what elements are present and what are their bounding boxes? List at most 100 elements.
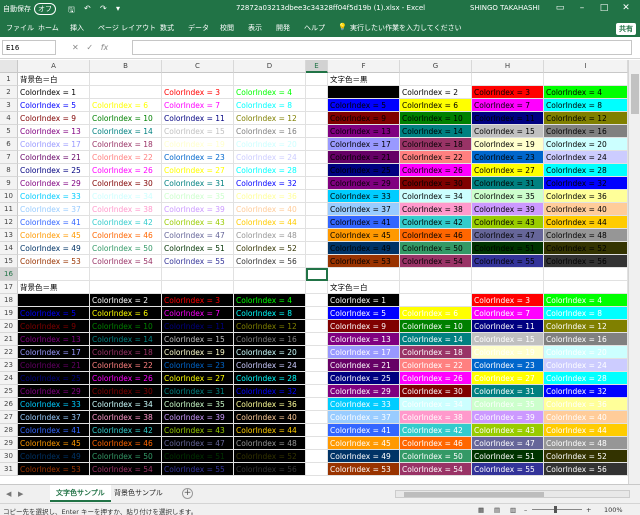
cell-c9[interactable]: ColorIndex = 31 (162, 177, 234, 190)
cell-f19[interactable]: ColorIndex = 5 (328, 307, 400, 320)
cell-e16[interactable] (306, 268, 328, 281)
cell-c13[interactable]: ColorIndex = 47 (162, 229, 234, 242)
row-header-17[interactable]: 17 (0, 281, 18, 294)
cell-i5[interactable]: ColorIndex = 16 (544, 125, 628, 138)
cell-b18[interactable]: ColorIndex = 2 (90, 294, 162, 307)
cell-g12[interactable]: ColorIndex = 42 (400, 216, 472, 229)
cell-e20[interactable] (306, 320, 328, 333)
cell-d12[interactable]: ColorIndex = 44 (234, 216, 306, 229)
cell-a12[interactable]: ColorIndex = 41 (18, 216, 90, 229)
cell-c23[interactable]: ColorIndex = 23 (162, 359, 234, 372)
cell-i24[interactable]: ColorIndex = 28 (544, 372, 628, 385)
cell-b26[interactable]: ColorIndex = 34 (90, 398, 162, 411)
row-header-2[interactable]: 2 (0, 86, 18, 99)
cell-c26[interactable]: ColorIndex = 35 (162, 398, 234, 411)
cell-g5[interactable]: ColorIndex = 14 (400, 125, 472, 138)
cell-d4[interactable]: ColorIndex = 12 (234, 112, 306, 125)
row-header-15[interactable]: 15 (0, 255, 18, 268)
cell-i14[interactable]: ColorIndex = 52 (544, 242, 628, 255)
cell-i29[interactable]: ColorIndex = 48 (544, 437, 628, 450)
cell-a6[interactable]: ColorIndex = 17 (18, 138, 90, 151)
row-header-26[interactable]: 26 (0, 398, 18, 411)
cell-g8[interactable]: ColorIndex = 26 (400, 164, 472, 177)
ribbon-display-icon[interactable]: ▭ (548, 0, 572, 17)
zoom-out-icon[interactable]: – (524, 506, 527, 514)
name-box[interactable]: E16 (2, 40, 56, 55)
cell-h2[interactable]: ColorIndex = 3 (472, 86, 544, 99)
cell-c27[interactable]: ColorIndex = 39 (162, 411, 234, 424)
vertical-scroll-thumb[interactable] (631, 74, 639, 114)
cell-d17[interactable] (234, 281, 306, 294)
zoom-slider-knob[interactable] (554, 506, 557, 513)
row-header-6[interactable]: 6 (0, 138, 18, 151)
row-header-23[interactable]: 23 (0, 359, 18, 372)
cell-a11[interactable]: ColorIndex = 37 (18, 203, 90, 216)
cell-c28[interactable]: ColorIndex = 43 (162, 424, 234, 437)
cell-f8[interactable]: ColorIndex = 25 (328, 164, 400, 177)
cell-a27[interactable]: ColorIndex = 37 (18, 411, 90, 424)
cell-i26[interactable]: ColorIndex = 36 (544, 398, 628, 411)
cell-e2[interactable] (306, 86, 328, 99)
horizontal-scrollbar[interactable] (395, 490, 630, 498)
cell-d31[interactable]: ColorIndex = 56 (234, 463, 306, 476)
restore-icon[interactable]: □ (592, 0, 616, 17)
cell-b10[interactable]: ColorIndex = 34 (90, 190, 162, 203)
cell-a18[interactable]: ColorIndex = 1 (18, 294, 90, 307)
cell-e12[interactable] (306, 216, 328, 229)
cell-c6[interactable]: ColorIndex = 19 (162, 138, 234, 151)
cell-i22[interactable]: ColorIndex = 20 (544, 346, 628, 359)
cell-d20[interactable]: ColorIndex = 12 (234, 320, 306, 333)
tab-home[interactable]: ホーム (38, 23, 59, 33)
cell-i8[interactable]: ColorIndex = 28 (544, 164, 628, 177)
cell-e6[interactable] (306, 138, 328, 151)
cell-i23[interactable]: ColorIndex = 24 (544, 359, 628, 372)
cell-b25[interactable]: ColorIndex = 30 (90, 385, 162, 398)
zoom-in-icon[interactable]: + (586, 506, 591, 514)
cell-f24[interactable]: ColorIndex = 25 (328, 372, 400, 385)
cell-b29[interactable]: ColorIndex = 46 (90, 437, 162, 450)
cell-b27[interactable]: ColorIndex = 38 (90, 411, 162, 424)
cell-a5[interactable]: ColorIndex = 13 (18, 125, 90, 138)
cell-b16[interactable] (90, 268, 162, 281)
cell-d8[interactable]: ColorIndex = 28 (234, 164, 306, 177)
cell-b28[interactable]: ColorIndex = 42 (90, 424, 162, 437)
cell-d18[interactable]: ColorIndex = 4 (234, 294, 306, 307)
cell-h7[interactable]: ColorIndex = 23 (472, 151, 544, 164)
cell-i12[interactable]: ColorIndex = 44 (544, 216, 628, 229)
view-normal-icon[interactable]: ▦ (478, 506, 484, 514)
cell-b1[interactable] (90, 73, 162, 86)
cell-i30[interactable]: ColorIndex = 52 (544, 450, 628, 463)
cell-c18[interactable]: ColorIndex = 3 (162, 294, 234, 307)
cell-h30[interactable]: ColorIndex = 51 (472, 450, 544, 463)
row-header-7[interactable]: 7 (0, 151, 18, 164)
cell-e21[interactable] (306, 333, 328, 346)
cell-c19[interactable]: ColorIndex = 7 (162, 307, 234, 320)
cell-b3[interactable]: ColorIndex = 6 (90, 99, 162, 112)
cell-i31[interactable]: ColorIndex = 56 (544, 463, 628, 476)
cell-h18[interactable]: ColorIndex = 3 (472, 294, 544, 307)
cell-f23[interactable]: ColorIndex = 21 (328, 359, 400, 372)
cell-d21[interactable]: ColorIndex = 16 (234, 333, 306, 346)
cell-a25[interactable]: ColorIndex = 29 (18, 385, 90, 398)
cell-h14[interactable]: ColorIndex = 51 (472, 242, 544, 255)
cell-b23[interactable]: ColorIndex = 22 (90, 359, 162, 372)
cell-h3[interactable]: ColorIndex = 7 (472, 99, 544, 112)
cell-f26[interactable]: ColorIndex = 33 (328, 398, 400, 411)
cell-i10[interactable]: ColorIndex = 36 (544, 190, 628, 203)
zoom-level[interactable]: 100% (604, 506, 623, 514)
cell-g21[interactable]: ColorIndex = 14 (400, 333, 472, 346)
cell-b8[interactable]: ColorIndex = 26 (90, 164, 162, 177)
cell-h13[interactable]: ColorIndex = 47 (472, 229, 544, 242)
cell-a4[interactable]: ColorIndex = 9 (18, 112, 90, 125)
cell-e8[interactable] (306, 164, 328, 177)
cell-d10[interactable]: ColorIndex = 36 (234, 190, 306, 203)
cell-i13[interactable]: ColorIndex = 48 (544, 229, 628, 242)
cell-c21[interactable]: ColorIndex = 15 (162, 333, 234, 346)
cell-g30[interactable]: ColorIndex = 50 (400, 450, 472, 463)
cell-g10[interactable]: ColorIndex = 34 (400, 190, 472, 203)
cell-f15[interactable]: ColorIndex = 53 (328, 255, 400, 268)
cell-c29[interactable]: ColorIndex = 47 (162, 437, 234, 450)
cell-e11[interactable] (306, 203, 328, 216)
cell-a8[interactable]: ColorIndex = 25 (18, 164, 90, 177)
cell-a7[interactable]: ColorIndex = 21 (18, 151, 90, 164)
